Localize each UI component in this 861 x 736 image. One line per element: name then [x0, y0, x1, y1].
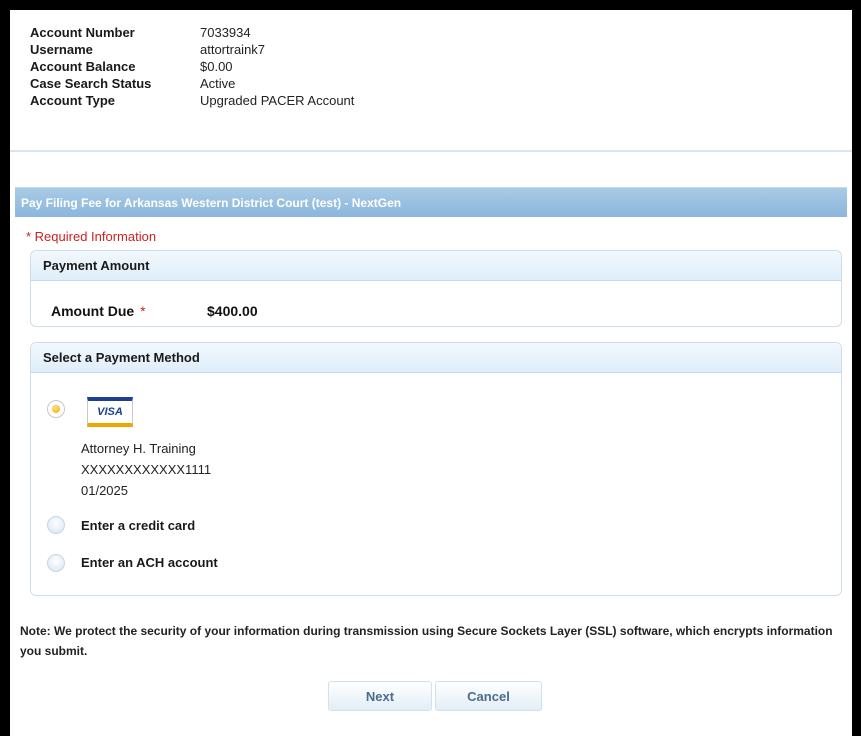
account-info: Account Number 7033934 Username attortra… — [30, 24, 830, 109]
account-number-row: Account Number 7033934 — [30, 24, 830, 41]
amount-due-label: Amount Due * — [51, 303, 207, 319]
saved-card-details: Attorney H. Training XXXXXXXXXXXX1111 01… — [81, 438, 211, 501]
section-divider — [10, 150, 852, 152]
payment-amount-heading: Payment Amount — [43, 258, 150, 273]
payment-amount-panel: Payment Amount Amount Due * $400.00 — [30, 250, 842, 327]
ssl-security-note: Note: We protect the security of your in… — [20, 624, 833, 658]
payment-amount-header: Payment Amount — [31, 251, 841, 281]
visa-card-icon: VISA — [87, 397, 133, 427]
card-number: XXXXXXXXXXXX1111 — [81, 462, 212, 477]
account-number-label: Account Number — [30, 25, 135, 40]
enter-ach-account-label[interactable]: Enter an ACH account — [81, 555, 218, 570]
required-star: * — [140, 303, 146, 319]
case-search-status-label: Case Search Status — [30, 76, 152, 91]
page-frame: Account Number 7033934 Username attortra… — [10, 10, 852, 736]
case-search-status-row: Case Search Status Active — [30, 75, 830, 92]
account-balance-row: Account Balance $0.00 — [30, 58, 830, 75]
account-number-value: 7033934 — [200, 25, 251, 40]
saved-card-radio[interactable] — [47, 400, 65, 418]
account-type-row: Account Type Upgraded PACER Account — [30, 92, 830, 109]
payment-method-heading: Select a Payment Method — [43, 350, 200, 365]
amount-due-value: $400.00 — [207, 303, 258, 319]
account-type-value: Upgraded PACER Account — [200, 93, 355, 108]
card-expiry: 01/2025 — [81, 483, 128, 498]
cancel-button[interactable]: Cancel — [435, 681, 542, 711]
account-balance-value: $0.00 — [200, 59, 233, 74]
card-holder-name: Attorney H. Training — [81, 441, 196, 456]
amount-due-label-text: Amount Due — [51, 303, 135, 319]
account-type-label: Account Type — [30, 93, 115, 108]
required-information-note: * Required Information — [26, 229, 157, 244]
page-title-bar: Pay Filing Fee for Arkansas Western Dist… — [15, 187, 847, 217]
username-value: attortraink7 — [200, 42, 266, 57]
amount-due-row: Amount Due * $400.00 — [51, 303, 258, 319]
account-balance-label: Account Balance — [30, 59, 136, 74]
username-label: Username — [30, 42, 93, 57]
credit-card-radio[interactable] — [47, 516, 65, 534]
username-row: Username attortraink7 — [30, 41, 830, 58]
enter-credit-card-label[interactable]: Enter a credit card — [81, 518, 195, 533]
page-title: Pay Filing Fee for Arkansas Western Dist… — [21, 195, 402, 210]
next-button[interactable]: Next — [328, 681, 432, 711]
payment-method-header: Select a Payment Method — [31, 343, 841, 373]
visa-card-brand: VISA — [97, 406, 123, 418]
radio-selected-dot — [52, 405, 60, 413]
payment-method-panel: Select a Payment Method VISA Attorney H.… — [30, 342, 842, 596]
ach-account-radio[interactable] — [47, 554, 65, 572]
case-search-status-value: Active — [200, 76, 236, 91]
